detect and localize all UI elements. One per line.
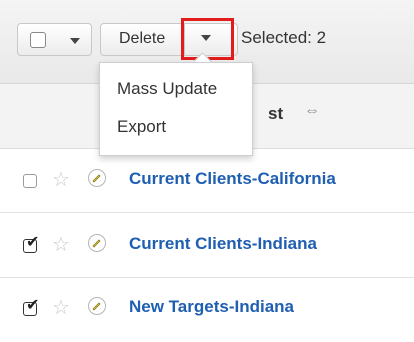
actions-dropdown-toggle[interactable] bbox=[181, 18, 234, 60]
menu-item-mass-update[interactable]: Mass Update bbox=[117, 79, 217, 99]
selected-count: Selected: 2 bbox=[241, 28, 327, 47]
chevron-down-icon bbox=[70, 38, 80, 44]
checkmark-icon: ✔ bbox=[26, 297, 40, 314]
list-row: ☆ Current Clients-California bbox=[0, 148, 414, 212]
favorite-star-icon[interactable]: ☆ bbox=[52, 298, 70, 318]
menu-item-export[interactable]: Export bbox=[117, 117, 166, 137]
edit-pencil-icon[interactable] bbox=[88, 234, 106, 252]
chevron-down-icon bbox=[201, 35, 211, 41]
list-row: ✔ ☆ New Targets-Indiana bbox=[0, 278, 414, 342]
row-checkbox[interactable]: ✔ bbox=[23, 235, 39, 253]
sort-icon[interactable]: ⇔ bbox=[304, 102, 320, 120]
actions-dropdown-menu: Mass Update Export bbox=[99, 62, 253, 156]
select-all-checkbox[interactable] bbox=[30, 32, 46, 48]
edit-pencil-icon[interactable] bbox=[88, 297, 106, 315]
row-checkbox[interactable] bbox=[23, 174, 37, 188]
checkmark-icon: ✔ bbox=[26, 234, 40, 251]
edit-pencil-icon[interactable] bbox=[88, 169, 106, 187]
list-row: ✔ ☆ Current Clients-Indiana bbox=[0, 213, 414, 277]
select-all-dropdown-button[interactable] bbox=[17, 23, 92, 56]
favorite-star-icon[interactable]: ☆ bbox=[52, 170, 70, 190]
delete-button[interactable]: Delete bbox=[119, 30, 165, 48]
row-name-link[interactable]: Current Clients-California bbox=[129, 169, 414, 189]
row-name-link[interactable]: Current Clients-Indiana bbox=[129, 234, 414, 254]
favorite-star-icon[interactable]: ☆ bbox=[52, 235, 70, 255]
column-header-name[interactable]: st bbox=[268, 104, 283, 124]
row-name-link[interactable]: New Targets-Indiana bbox=[129, 297, 414, 317]
row-checkbox[interactable]: ✔ bbox=[23, 298, 39, 316]
